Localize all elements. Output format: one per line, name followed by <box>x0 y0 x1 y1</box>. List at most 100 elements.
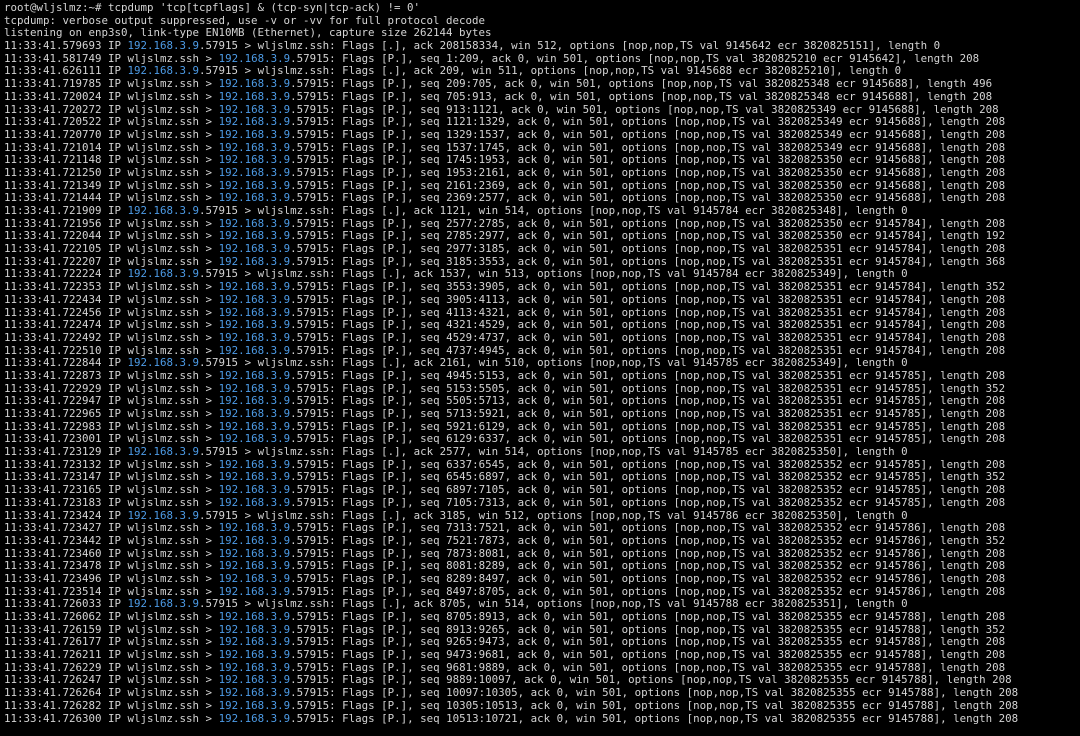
packet-destination: 192.168.3.9.57915 <box>218 698 330 712</box>
packet-destination: 192.168.3.9.57915 <box>218 673 330 687</box>
packet-destination: 192.168.3.9.57915 <box>218 559 330 573</box>
packet-timestamp: 11:33:41.721250 <box>4 165 102 179</box>
packet-destination: 192.168.3.9.57915 <box>218 89 330 103</box>
packet-timestamp: 11:33:41.581749 <box>4 51 102 65</box>
packet-timestamp: 11:33:41.723165 <box>4 483 102 497</box>
packet-destination: 192.168.3.9.57915 <box>218 432 330 446</box>
packet-destination: 192.168.3.9.57915 <box>218 305 330 319</box>
packet-details: Flags [P.], seq 2161:2369, ack 0, win 50… <box>342 178 1006 192</box>
packet-source: wljslmz.ssh <box>127 343 200 357</box>
packet-source: wljslmz.ssh <box>127 660 200 674</box>
packet-destination: 192.168.3.9.57915 <box>218 419 330 433</box>
packet-source: wljslmz.ssh <box>127 495 200 509</box>
packet-details: Flags [P.], seq 9473:9681, ack 0, win 50… <box>342 648 1006 662</box>
packet-details: Flags [P.], seq 5153:5505, ack 0, win 50… <box>342 381 1006 395</box>
packet-timestamp: 11:33:41.722510 <box>4 343 102 357</box>
packet-timestamp: 11:33:41.722492 <box>4 330 102 344</box>
packet-timestamp: 11:33:41.723147 <box>4 470 102 484</box>
packet-destination: 192.168.3.9.57915 <box>218 280 330 294</box>
packet-destination: wljslmz.ssh <box>257 597 330 611</box>
packet-details: Flags [P.], seq 9265:9473, ack 0, win 50… <box>342 635 1006 649</box>
packet-destination: 192.168.3.9.57915 <box>218 115 330 129</box>
packet-destination: 192.168.3.9.57915 <box>218 571 330 585</box>
packet-destination: 192.168.3.9.57915 <box>218 457 330 471</box>
packet-source: wljslmz.ssh <box>127 381 200 395</box>
packet-destination: 192.168.3.9.57915 <box>218 407 330 420</box>
packet-details: Flags [P.], seq 6129:6337, ack 0, win 50… <box>342 432 1006 446</box>
terminal-window[interactable]: root@wljslmz:~# tcpdump 'tcp[tcpflags] &… <box>0 0 1080 725</box>
packet-timestamp: 11:33:41.726300 <box>4 711 102 725</box>
packet-timestamp: 11:33:41.722456 <box>4 305 102 319</box>
packet-destination: 192.168.3.9.57915 <box>218 635 330 649</box>
packet-destination: 192.168.3.9.57915 <box>218 165 330 179</box>
packet-source: wljslmz.ssh <box>127 622 200 636</box>
packet-details: Flags [P.], seq 4321:4529, ack 0, win 50… <box>342 318 1006 332</box>
packet-details: Flags [.], ack 2577, win 514, options [n… <box>342 445 908 459</box>
packet-source: 192.168.3.9.57915 <box>127 267 239 281</box>
packet-details: Flags [P.], seq 7313:7521, ack 0, win 50… <box>342 521 1006 535</box>
packet-source: wljslmz.ssh <box>127 178 200 192</box>
packet-source: wljslmz.ssh <box>127 559 200 573</box>
packet-timestamp: 11:33:41.723478 <box>4 559 102 573</box>
packet-timestamp: 11:33:41.726229 <box>4 660 102 674</box>
packet-details: Flags [P.], seq 7521:7873, ack 0, win 50… <box>342 533 1006 547</box>
packet-timestamp: 11:33:41.722474 <box>4 318 102 332</box>
packet-timestamp: 11:33:41.721014 <box>4 140 102 154</box>
packet-source: wljslmz.ssh <box>127 432 200 446</box>
packet-source: wljslmz.ssh <box>127 102 200 116</box>
packet-destination: 192.168.3.9.57915 <box>218 292 330 306</box>
packet-source: wljslmz.ssh <box>127 280 200 294</box>
packet-source: 192.168.3.9.57915 <box>127 64 239 78</box>
packet-details: Flags [P.], seq 1:209, ack 0, win 501, o… <box>342 51 980 65</box>
packet-details: Flags [.], ack 1537, win 513, options [n… <box>342 267 908 281</box>
packet-details: Flags [P.], seq 3905:4113, ack 0, win 50… <box>342 292 1006 306</box>
packet-details: Flags [P.], seq 1745:1953, ack 0, win 50… <box>342 153 1006 167</box>
packet-timestamp: 11:33:41.726247 <box>4 673 102 687</box>
packet-source: wljslmz.ssh <box>127 127 200 141</box>
packet-source: wljslmz.ssh <box>127 533 200 547</box>
packet-timestamp: 11:33:41.720024 <box>4 89 102 103</box>
packet-timestamp: 11:33:41.726211 <box>4 648 102 662</box>
packet-source: wljslmz.ssh <box>127 610 200 623</box>
packet-source: wljslmz.ssh <box>127 77 200 91</box>
packet-timestamp: 11:33:41.720770 <box>4 127 102 141</box>
packet-destination: 192.168.3.9.57915 <box>218 191 330 205</box>
command-prompt: root@wljslmz:~# tcpdump 'tcp[tcpflags] &… <box>4 1 421 14</box>
packet-details: Flags [P.], seq 10513:10721, ack 0, win … <box>342 711 1019 725</box>
packet-details: Flags [P.], seq 8497:8705, ack 0, win 50… <box>342 584 1006 598</box>
packet-details: Flags [P.], seq 913:1121, ack 0, win 501… <box>342 102 999 116</box>
packet-details: Flags [P.], seq 7873:8081, ack 0, win 50… <box>342 546 1006 560</box>
packet-source: wljslmz.ssh <box>127 546 200 560</box>
packet-source: wljslmz.ssh <box>127 483 200 497</box>
packet-destination: wljslmz.ssh <box>257 267 330 281</box>
packet-details: Flags [.], ack 208158334, win 512, optio… <box>342 39 941 53</box>
packet-destination: 192.168.3.9.57915 <box>218 533 330 547</box>
packet-details: Flags [P.], seq 4945:5153, ack 0, win 50… <box>342 368 1006 382</box>
packet-details: Flags [P.], seq 10305:10513, ack 0, win … <box>342 698 1019 712</box>
packet-source: wljslmz.ssh <box>127 229 200 243</box>
packet-destination: 192.168.3.9.57915 <box>218 140 330 154</box>
packet-source: wljslmz.ssh <box>127 153 200 167</box>
packet-source: wljslmz.ssh <box>127 89 200 103</box>
packet-timestamp: 11:33:41.722844 <box>4 356 102 370</box>
packet-destination: 192.168.3.9.57915 <box>218 330 330 344</box>
packet-timestamp: 11:33:41.723132 <box>4 457 102 471</box>
packet-timestamp: 11:33:41.722434 <box>4 292 102 306</box>
packet-timestamp: 11:33:41.722044 <box>4 229 102 243</box>
packet-destination: 192.168.3.9.57915 <box>218 483 330 497</box>
packet-details: Flags [P.], seq 1121:1329, ack 0, win 50… <box>342 115 1006 129</box>
packet-destination: 192.168.3.9.57915 <box>218 368 330 382</box>
packet-timestamp: 11:33:41.579693 <box>4 39 102 53</box>
packet-list: 11:33:41.579693 IP 192.168.3.9.57915 > w… <box>4 39 1080 725</box>
packet-details: Flags [.], ack 1121, win 514, options [n… <box>342 204 908 217</box>
packet-timestamp: 11:33:41.721349 <box>4 178 102 192</box>
packet-source: wljslmz.ssh <box>127 571 200 585</box>
packet-timestamp: 11:33:41.722873 <box>4 368 102 382</box>
packet-destination: wljslmz.ssh <box>257 508 330 522</box>
packet-timestamp: 11:33:41.723514 <box>4 584 102 598</box>
packet-timestamp: 11:33:41.723427 <box>4 521 102 535</box>
packet-source: wljslmz.ssh <box>127 242 200 256</box>
packet-details: Flags [P.], seq 705:913, ack 0, win 501,… <box>342 89 993 103</box>
packet-details: Flags [P.], seq 2977:3185, ack 0, win 50… <box>342 242 1006 256</box>
packet-source: 192.168.3.9.57915 <box>127 445 239 459</box>
